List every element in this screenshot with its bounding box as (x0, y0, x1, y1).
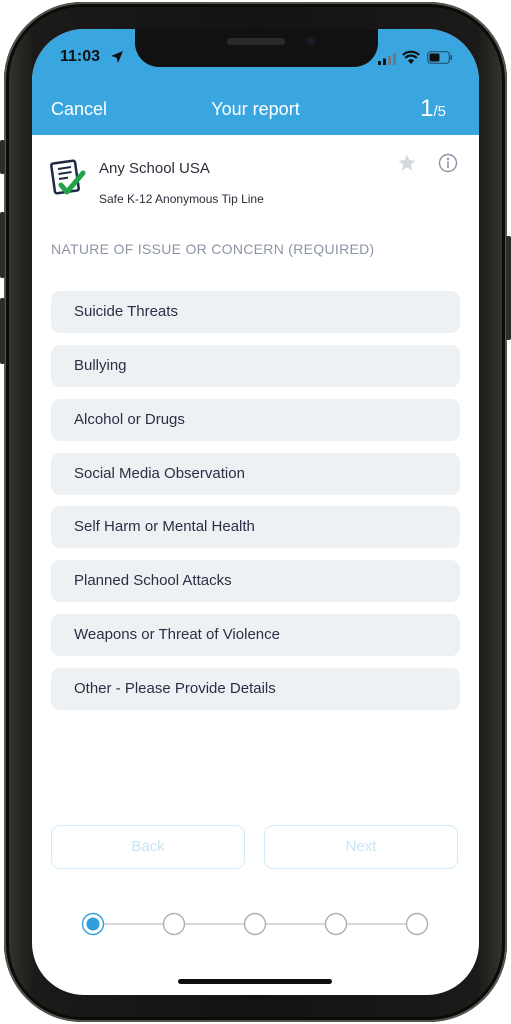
option-social-media-observation[interactable]: Social Media Observation (51, 453, 460, 495)
home-indicator (178, 979, 332, 984)
progress-step-5 (405, 912, 429, 936)
option-bullying[interactable]: Bullying (51, 345, 460, 387)
notch (135, 29, 378, 67)
status-time: 11:03 (60, 48, 101, 65)
step-total: 5 (437, 103, 446, 120)
speaker-grille (227, 38, 285, 45)
battery-icon (427, 51, 453, 64)
back-button[interactable]: Back (51, 825, 245, 869)
section-label: NATURE OF ISSUE OR CONCERN (REQUIRED) (51, 241, 375, 257)
option-planned-school-attacks[interactable]: Planned School Attacks (51, 560, 460, 602)
option-alcohol-or-drugs[interactable]: Alcohol or Drugs (51, 399, 460, 441)
info-icon[interactable] (438, 153, 458, 173)
wifi-icon (402, 50, 420, 64)
location-arrow-icon (111, 51, 123, 63)
option-other-details[interactable]: Other - Please Provide Details (51, 668, 460, 710)
progress-step-3 (243, 912, 267, 936)
step-current: 1 (420, 95, 434, 122)
front-camera (305, 35, 317, 47)
phone-device: 11:03 Cancel Your report 1/5 Any School … (0, 0, 511, 1024)
cellular-signal-icon (378, 53, 396, 65)
school-subtitle: Safe K-12 Anonymous Tip Line (99, 192, 264, 206)
progress-step-active-dot (86, 917, 100, 931)
progress-stepper (81, 912, 429, 936)
option-suicide-threats[interactable]: Suicide Threats (51, 291, 460, 333)
volume-down-button (0, 298, 5, 364)
nav-header: 11:03 Cancel Your report 1/5 (32, 29, 479, 135)
star-icon[interactable] (397, 153, 417, 173)
app-screen: 11:03 Cancel Your report 1/5 Any School … (32, 29, 479, 995)
progress-step-2 (162, 912, 186, 936)
next-button[interactable]: Next (264, 825, 458, 869)
power-button (506, 236, 511, 340)
document-check-icon (50, 159, 86, 195)
cancel-button[interactable]: Cancel (51, 99, 107, 120)
school-name: Any School USA (99, 160, 210, 177)
progress-step-4 (324, 912, 348, 936)
option-weapons-threat-violence[interactable]: Weapons or Threat of Violence (51, 614, 460, 656)
step-indicator: 1/5 (420, 95, 446, 123)
silent-switch (0, 140, 5, 174)
option-self-harm-mental-health[interactable]: Self Harm or Mental Health (51, 506, 460, 548)
volume-up-button (0, 212, 5, 278)
